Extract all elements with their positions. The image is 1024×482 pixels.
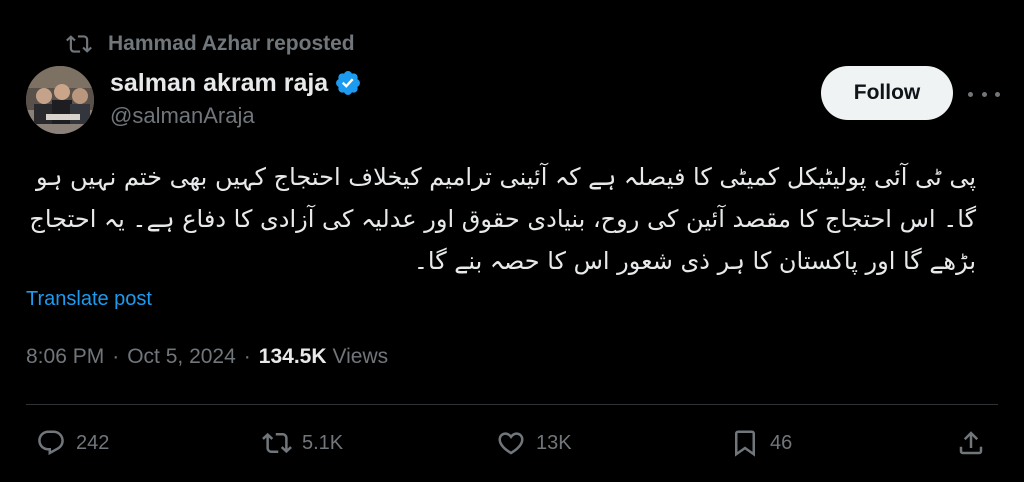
repost-count: 5.1K	[302, 431, 344, 454]
avatar[interactable]	[26, 66, 94, 134]
tweet-actions: 242 5.1K 13K 46	[0, 420, 1024, 472]
avatar-image	[26, 66, 94, 134]
bookmark-button[interactable]: 46	[730, 428, 792, 458]
repost-button[interactable]: 5.1K	[262, 428, 343, 458]
more-dot	[981, 91, 987, 97]
views-label: Views	[332, 345, 389, 368]
divider	[26, 404, 998, 405]
more-dot	[995, 91, 1000, 97]
follow-button[interactable]: Follow	[821, 66, 953, 120]
like-button[interactable]: 13K	[496, 428, 572, 458]
verified-badge-icon	[336, 71, 361, 95]
meta-separator: ·	[243, 345, 251, 368]
repost-icon	[66, 35, 92, 53]
author-display-name[interactable]: salman akram raja	[110, 69, 328, 98]
like-count: 13K	[536, 431, 572, 454]
more-dot	[968, 91, 973, 97]
meta-separator: ·	[112, 345, 120, 368]
share-button[interactable]	[956, 428, 996, 458]
repost-header[interactable]: Hammad Azhar reposted	[66, 30, 355, 58]
author-info[interactable]: salman akram raja @salmanAraja	[110, 67, 362, 129]
tweet-date[interactable]: Oct 5, 2024	[127, 345, 236, 369]
reply-icon	[38, 430, 64, 456]
repost-icon	[262, 432, 292, 454]
translate-post-link[interactable]: Translate post	[26, 288, 152, 311]
tweet-meta: 8:06 PM · Oct 5, 2024 · 134.5K Views	[26, 345, 388, 369]
share-icon	[959, 431, 983, 455]
heart-icon	[498, 432, 524, 455]
tweet-text: پی ٹی آئی پولیٹیکل کمیٹی کا فیصلہ ہے کہ …	[21, 163, 976, 275]
more-horizontal-icon[interactable]	[968, 80, 1000, 108]
reply-button[interactable]: 242	[36, 428, 109, 458]
reply-count: 242	[76, 431, 110, 454]
tweet-time[interactable]: 8:06 PM	[26, 345, 104, 369]
repost-text: Hammad Azhar reposted	[108, 32, 355, 55]
bookmark-count: 46	[770, 431, 793, 454]
views-count[interactable]: 134.5K	[259, 345, 327, 369]
bookmark-icon	[735, 430, 755, 457]
author-handle[interactable]: @salmanAraja	[110, 103, 362, 129]
